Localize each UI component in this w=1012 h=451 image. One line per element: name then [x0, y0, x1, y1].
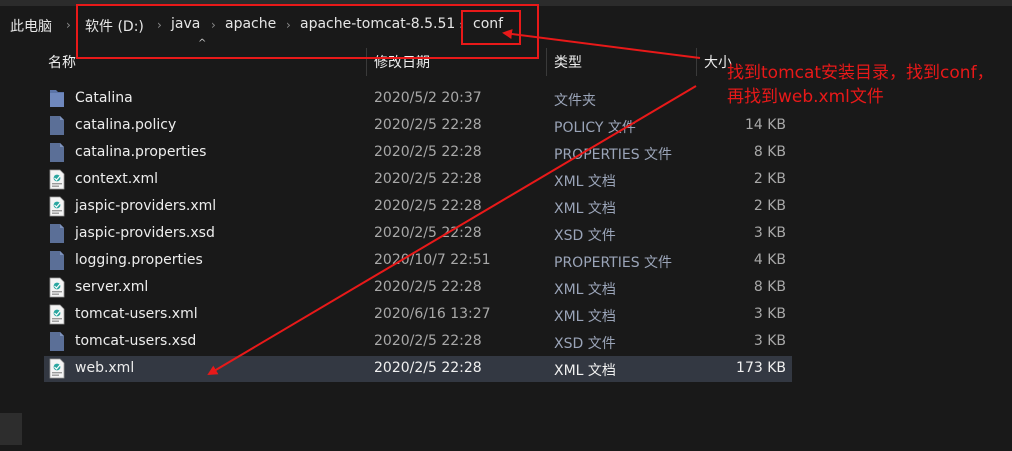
scrollbar-thumb[interactable]: [0, 413, 22, 445]
annotation-arrow-to-webxml: [207, 85, 697, 376]
annotation-box-conf: [461, 10, 521, 45]
annotation-box-path: [76, 4, 539, 59]
annotation-overlay: [76, 4, 701, 376]
annotation-arrow-to-conf: [502, 29, 701, 59]
